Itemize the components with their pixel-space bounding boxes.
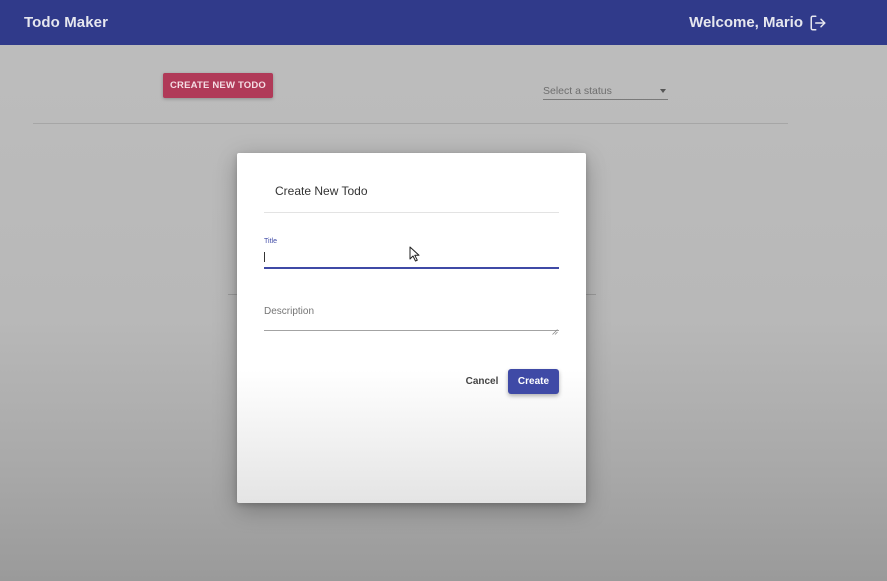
dialog-title-divider (264, 212, 559, 213)
cancel-button[interactable]: Cancel (462, 370, 502, 392)
create-todo-dialog: Create New Todo Title Cancel Create (237, 153, 586, 503)
logout-icon[interactable] (809, 14, 827, 32)
chevron-down-icon (660, 89, 666, 93)
app-title: Todo Maker (24, 14, 109, 31)
app-bar: Todo Maker Welcome, Mario (0, 0, 887, 45)
mouse-pointer-icon (409, 246, 420, 262)
dialog-title: Create New Todo (275, 184, 368, 198)
create-button[interactable]: Create (508, 369, 559, 394)
create-new-todo-button[interactable]: CREATE NEW TODO (163, 73, 273, 98)
divider (33, 123, 788, 124)
text-caret (264, 252, 265, 262)
title-field-label: Title (264, 238, 277, 245)
status-select-placeholder: Select a status (543, 85, 612, 97)
resize-grip-icon[interactable] (552, 322, 558, 335)
user-area: Welcome, Mario (689, 14, 827, 32)
description-input[interactable] (264, 303, 559, 329)
welcome-text: Welcome, Mario (689, 14, 803, 31)
status-select[interactable]: Select a status (543, 83, 668, 100)
description-field (264, 303, 559, 335)
